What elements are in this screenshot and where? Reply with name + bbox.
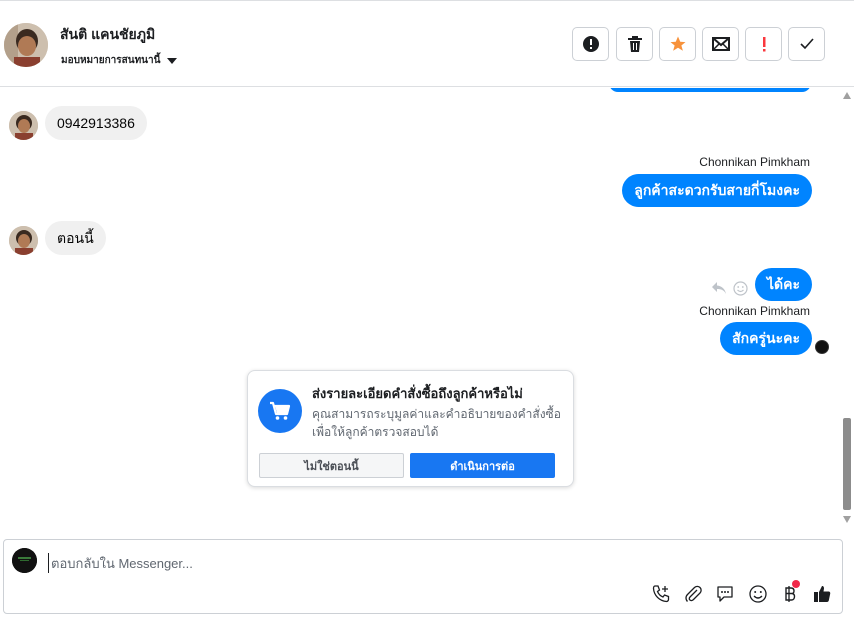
react-emoji-icon[interactable]: [733, 281, 748, 301]
reply-input[interactable]: [48, 553, 648, 573]
paperclip-icon[interactable]: [681, 582, 705, 606]
message-bubble-outgoing-partial: [609, 88, 811, 92]
message-bubble-outgoing: ได้คะ: [754, 268, 812, 301]
notification-dot: [792, 580, 800, 588]
alert-circle-icon: [582, 36, 599, 52]
mark-unread-button[interactable]: [702, 27, 739, 61]
continue-button[interactable]: ดำเนินการต่อ: [410, 453, 555, 478]
contact-avatar[interactable]: [4, 23, 48, 67]
star-button[interactable]: [659, 27, 696, 61]
page-avatar: [12, 548, 37, 573]
star-icon: [670, 36, 685, 51]
contact-name[interactable]: สันติ แคนชัยภูมิ: [60, 24, 155, 46]
scroll-down-arrow-icon[interactable]: [843, 516, 851, 523]
conversation-header: สันติ แคนชัยภูมิ มอบหมายการสนทนานี้: [0, 0, 854, 87]
caret-down-icon: [167, 57, 178, 64]
reply-icon[interactable]: [711, 281, 727, 300]
card-title: ส่งรายละเอียดคำสั่งซื้อถึงลูกค้าหรือไม่: [312, 386, 523, 401]
card-description: คุณสามารถระบุมูลค่าและคำอธิบายของคำสั่งซ…: [312, 407, 561, 439]
report-spam-button[interactable]: [572, 27, 609, 61]
thread-scrollbar[interactable]: [840, 88, 854, 528]
contact-avatar-small: [9, 226, 38, 255]
priority-button[interactable]: [745, 27, 782, 61]
assign-label: มอบหมายการสนทนานี้: [61, 55, 161, 66]
thumbs-up-icon[interactable]: [810, 582, 834, 606]
message-bubble-incoming: 0942913386: [45, 106, 147, 140]
check-icon: [799, 38, 814, 50]
assign-conversation-dropdown[interactable]: มอบหมายการสนทนานี้: [61, 53, 178, 68]
seen-receipt-avatar: [815, 340, 829, 354]
mark-done-button[interactable]: [788, 27, 825, 61]
message-bubble-outgoing: สักครู่นะคะ: [720, 322, 812, 355]
envelope-icon: [711, 37, 730, 51]
contact-avatar-small: [9, 111, 38, 140]
baht-payment-icon[interactable]: [778, 580, 802, 606]
saved-reply-icon[interactable]: [713, 582, 737, 606]
message-bubble-incoming: ตอนนี้: [45, 221, 106, 255]
scrollbar-thumb[interactable]: [843, 418, 851, 510]
sender-name: Chonnikan Pimkham: [699, 304, 810, 318]
shopping-cart-icon: [258, 389, 302, 433]
scroll-up-arrow-icon[interactable]: [843, 92, 851, 99]
message-thread: 0942913386 Chonnikan Pimkham ลูกค้าสะดวก…: [0, 88, 840, 528]
message-composer: [3, 539, 843, 614]
sender-name: Chonnikan Pimkham: [699, 155, 810, 169]
message-bubble-outgoing: ลูกค้าสะดวกรับสายกี่โมงคะ: [622, 174, 812, 207]
order-details-prompt-card: ส่งรายละเอียดคำสั่งซื้อถึงลูกค้าหรือไม่ …: [247, 370, 574, 487]
exclamation-icon: [762, 37, 765, 52]
not-now-button[interactable]: ไม่ใช่ตอนนี้: [259, 453, 404, 478]
delete-button[interactable]: [616, 27, 653, 61]
emoji-icon[interactable]: [746, 582, 770, 606]
trash-icon: [627, 36, 642, 52]
call-add-icon[interactable]: [649, 582, 673, 606]
